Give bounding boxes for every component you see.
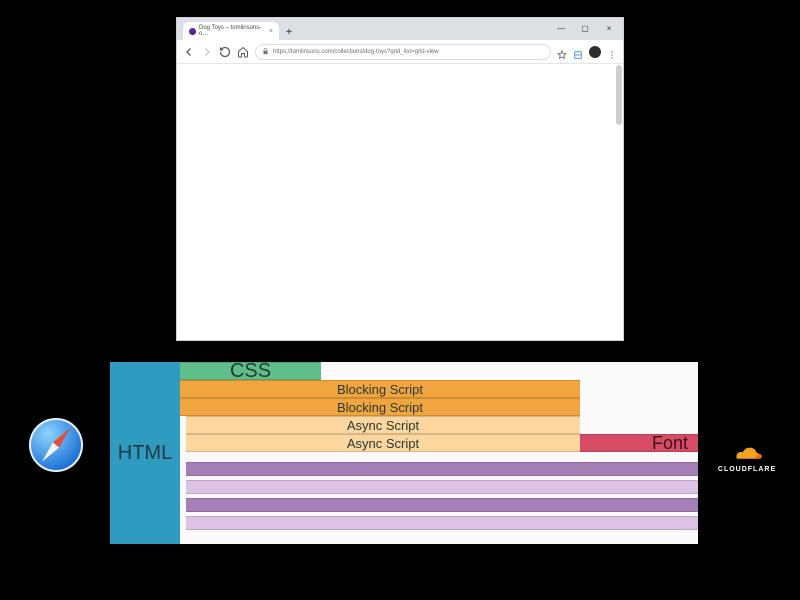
page-viewport	[177, 64, 623, 340]
bar-image	[186, 480, 698, 494]
safari-browser-icon	[26, 415, 86, 475]
star-icon[interactable]	[557, 47, 567, 57]
window-controls: — ▢ ×	[549, 20, 621, 36]
bar-font: Font	[580, 434, 698, 452]
lock-icon	[262, 48, 269, 55]
tab-bar: Dog Toys – tomlinsons-o… × + — ▢ ×	[177, 18, 623, 40]
url-text: https://tomlinsons.com/collections/dog-t…	[273, 49, 439, 55]
url-input[interactable]: https://tomlinsons.com/collections/dog-t…	[255, 44, 551, 60]
close-window-button[interactable]: ×	[597, 20, 621, 36]
new-tab-button[interactable]: +	[281, 24, 297, 40]
profile-avatar[interactable]	[589, 46, 601, 58]
tab-favicon-icon	[189, 28, 196, 35]
reload-icon[interactable]	[219, 46, 231, 58]
bar-image	[186, 498, 698, 512]
menu-icon[interactable]	[607, 47, 617, 57]
bar-image	[186, 462, 698, 476]
bar-async-script: Async Script	[186, 416, 580, 434]
tab-title: Dog Toys – tomlinsons-o…	[199, 25, 266, 37]
bar-image	[186, 516, 698, 530]
bar-blocking-script: Blocking Script	[180, 398, 580, 416]
cloudflare-wordmark: CLOUDFLARE	[718, 466, 776, 473]
bar-label: Blocking Script	[337, 382, 423, 397]
minimize-button[interactable]: —	[549, 20, 573, 36]
cloudflare-icon	[730, 446, 764, 464]
home-icon[interactable]	[237, 46, 249, 58]
maximize-button[interactable]: ▢	[573, 20, 597, 36]
back-icon[interactable]	[183, 46, 195, 58]
forward-icon[interactable]	[201, 46, 213, 58]
browser-window: Dog Toys – tomlinsons-o… × + — ▢ × https…	[177, 18, 623, 340]
browser-tab[interactable]: Dog Toys – tomlinsons-o… ×	[183, 22, 279, 40]
bar-label: HTML	[118, 442, 172, 465]
address-bar: https://tomlinsons.com/collections/dog-t…	[177, 40, 623, 64]
bar-label: Font	[652, 433, 688, 454]
bar-blocking-script: Blocking Script	[180, 380, 580, 398]
scrollbar-thumb[interactable]	[616, 65, 622, 125]
extension-icon[interactable]	[573, 47, 583, 57]
address-bar-actions	[557, 46, 617, 58]
bar-async-script: Async Script	[186, 434, 580, 452]
tab-close-icon[interactable]: ×	[269, 28, 273, 35]
bar-label: Async Script	[347, 436, 419, 451]
bar-label: Blocking Script	[337, 400, 423, 415]
bar-css: CSS	[180, 362, 321, 380]
bar-label: Async Script	[347, 418, 419, 433]
resource-waterfall-chart: HTML CSS Blocking Script Blocking Script…	[110, 362, 698, 544]
bar-html: HTML	[110, 362, 180, 544]
cloudflare-logo: CLOUDFLARE	[708, 446, 786, 473]
